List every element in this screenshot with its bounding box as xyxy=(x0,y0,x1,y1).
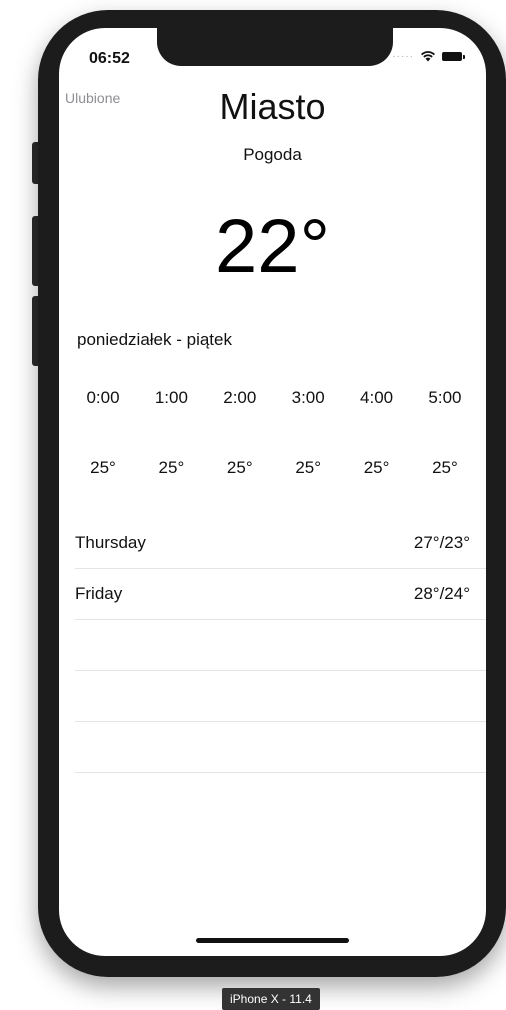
day-name: Friday xyxy=(75,584,123,603)
hour-label: 3:00 xyxy=(291,388,325,407)
daily-row-empty[interactable] xyxy=(75,722,486,773)
hourly-temps-row: 25° 25° 25° 25° 25° 25° xyxy=(73,458,475,478)
forecast-range-label: poniedziałek - piątek xyxy=(77,330,232,349)
daily-forecast-list: Thursday 27°/23° Friday 28°/24° xyxy=(75,518,486,773)
hour-temperature: 25° xyxy=(295,458,322,477)
hour-label: 2:00 xyxy=(223,388,257,407)
day-temp-range: 28°/24° xyxy=(413,584,470,603)
day-name: Thursday xyxy=(75,533,146,552)
hourly-hours-row: 0:00 1:00 2:00 3:00 4:00 5:00 xyxy=(73,388,475,408)
day-temp-range: 27°/23° xyxy=(413,533,470,552)
current-temperature: 22° xyxy=(215,204,330,289)
weather-condition: Pogoda xyxy=(243,145,302,164)
wifi-icon xyxy=(421,51,435,62)
simulator-stage: 06:52 ····· Ulubione Miasto Pogoda 22° p… xyxy=(0,0,506,1010)
hour-temperature: 25° xyxy=(158,458,185,477)
daily-row-empty[interactable] xyxy=(75,620,486,671)
notch xyxy=(157,28,393,66)
daily-row-thursday[interactable]: Thursday 27°/23° xyxy=(75,518,486,569)
hour-label: 5:00 xyxy=(428,388,462,407)
hour-temperature: 25° xyxy=(363,458,390,477)
status-icons: ····· xyxy=(392,50,465,62)
signal-dots-icon: ····· xyxy=(392,50,414,62)
simulator-device-label: iPhone X - 11.4 xyxy=(222,988,320,1010)
home-indicator[interactable] xyxy=(196,938,349,943)
hour-label: 4:00 xyxy=(360,388,394,407)
hour-temperature: 25° xyxy=(432,458,458,477)
hour-label: 1:00 xyxy=(154,388,188,407)
status-time: 06:52 xyxy=(89,50,130,67)
app-screen: 06:52 ····· Ulubione Miasto Pogoda 22° p… xyxy=(59,28,486,956)
daily-row-friday[interactable]: Friday 28°/24° xyxy=(75,569,486,620)
daily-row-empty[interactable] xyxy=(75,671,486,722)
hour-temperature: 25° xyxy=(226,458,253,477)
hour-temperature: 25° xyxy=(90,458,116,477)
city-title: Miasto xyxy=(219,86,326,127)
battery-icon xyxy=(442,51,465,61)
hour-label: 0:00 xyxy=(86,388,120,407)
